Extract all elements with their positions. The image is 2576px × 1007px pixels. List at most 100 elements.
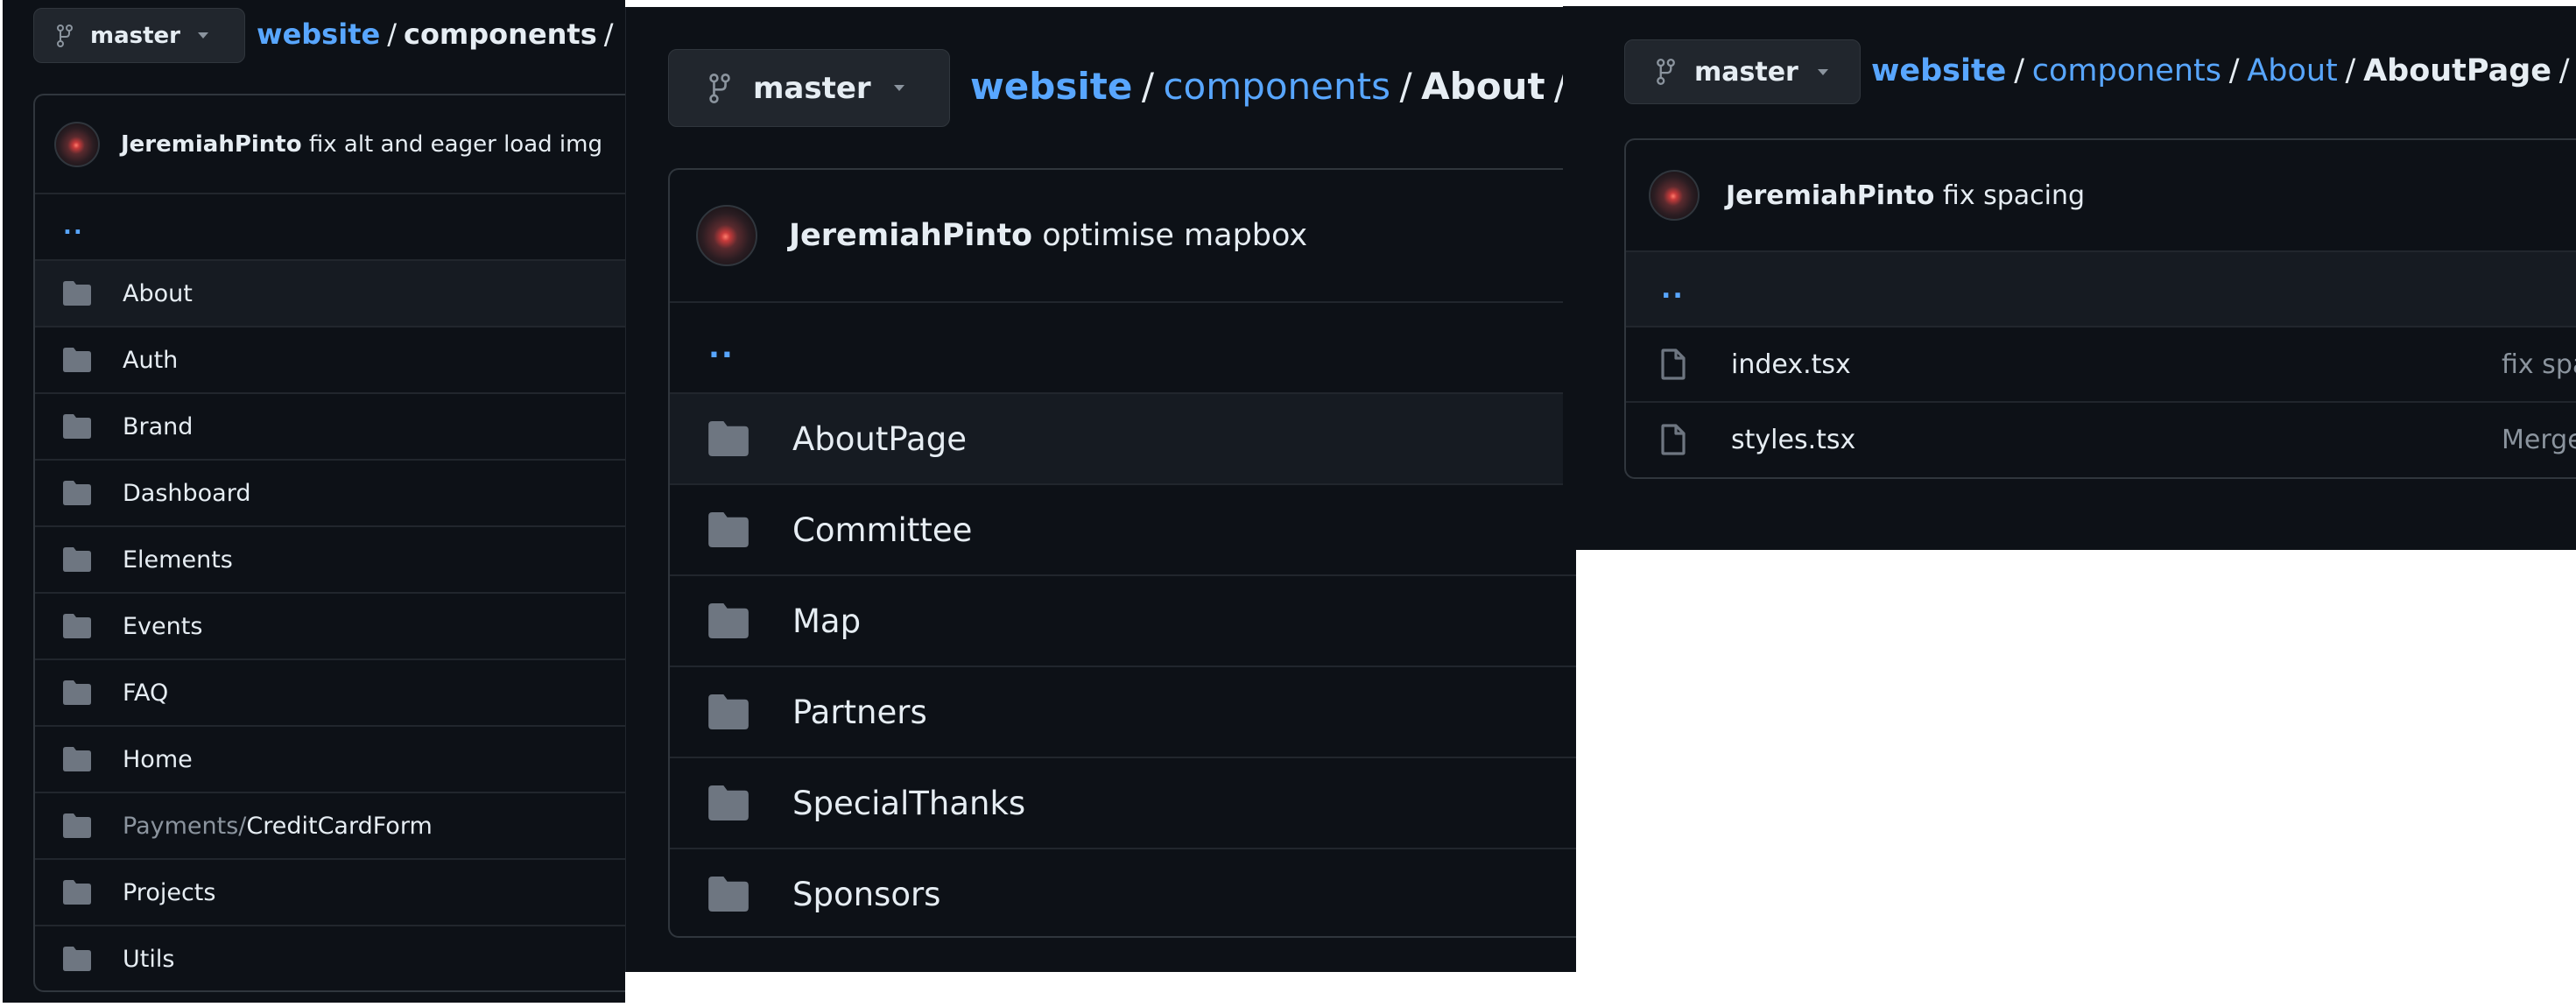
parent-directory-row[interactable]: .. — [670, 301, 1576, 392]
folder-name-link[interactable]: Projects — [123, 879, 215, 906]
folder-row[interactable]: Sponsors — [670, 848, 1576, 936]
branch-selector-button[interactable]: master — [668, 49, 950, 127]
folder-row[interactable]: Dashboard — [35, 459, 625, 525]
folder-row[interactable]: SpecialThanks — [670, 757, 1576, 848]
latest-commit-row: JeremiahPinto fix spacing — [1626, 140, 2576, 250]
folder-name-link[interactable]: Utils — [123, 946, 174, 973]
file-icon — [1661, 424, 1686, 455]
commit-message[interactable]: fix alt and eager load img — [309, 131, 602, 158]
folder-icon — [63, 880, 91, 905]
folder-name-link[interactable]: SpecialThanks — [792, 785, 1025, 822]
folder-name-link[interactable]: Auth — [123, 347, 178, 374]
git-branch-icon — [1657, 59, 1675, 85]
folder-row[interactable]: Elements — [35, 525, 625, 592]
item-name: AboutPage — [792, 419, 967, 458]
item-name: FAQ — [123, 679, 169, 707]
folder-name-link[interactable]: Committee — [792, 511, 972, 549]
folder-row[interactable]: About — [35, 259, 625, 326]
item-name: Map — [792, 602, 862, 640]
folder-row[interactable]: FAQ — [35, 658, 625, 725]
item-name: Utils — [123, 945, 175, 973]
item-name: Projects — [123, 878, 216, 906]
folder-icon — [63, 414, 91, 439]
folder-name-link[interactable]: Partners — [792, 694, 927, 731]
item-name: Elements — [123, 546, 233, 574]
item-name: Home — [123, 745, 193, 773]
breadcrumb-root-link[interactable]: website — [970, 65, 1132, 108]
parent-directory-row[interactable]: .. — [35, 193, 625, 259]
folder-row[interactable]: Utils — [35, 925, 625, 990]
avatar[interactable] — [54, 121, 100, 167]
branch-selector-button[interactable]: master — [1624, 39, 1861, 104]
folder-name-link[interactable]: AboutPage — [792, 420, 967, 458]
folder-row[interactable]: Map — [670, 574, 1576, 665]
folder-row[interactable]: Partners — [670, 665, 1576, 757]
folder-name-link[interactable]: Payments/CreditCardForm — [123, 813, 433, 840]
file-name-link[interactable]: index.tsx — [1731, 349, 1851, 380]
branch-name: master — [753, 70, 871, 106]
item-name: Sponsors — [792, 875, 941, 913]
file-name-link[interactable]: styles.tsx — [1731, 425, 1855, 455]
caret-down-icon — [1817, 68, 1828, 75]
screenshot-about: master website / components / About / Jeremia… — [625, 7, 1576, 972]
folder-name-link[interactable]: Dashboard — [123, 480, 250, 507]
branch-selector-button[interactable]: master — [33, 8, 245, 63]
breadcrumb-current: components — [403, 18, 597, 51]
breadcrumb: website / components / — [257, 18, 621, 51]
item-name: index.tsx — [1731, 349, 1851, 380]
git-branch-icon — [709, 73, 730, 103]
folder-icon — [708, 694, 749, 729]
avatar[interactable] — [1649, 170, 1700, 221]
folder-name-link[interactable]: Home — [123, 746, 193, 773]
folder-name-link[interactable]: Events — [123, 613, 202, 640]
folder-row[interactable]: Brand — [35, 392, 625, 459]
commit-message[interactable]: fix spacing — [1943, 180, 2085, 211]
folder-icon — [708, 603, 749, 638]
folder-icon — [63, 348, 91, 372]
file-row[interactable]: index.tsx fix spa — [1626, 326, 2576, 401]
folder-row[interactable]: Payments/CreditCardForm — [35, 792, 625, 858]
commit-message[interactable]: optimise mapbox — [1042, 218, 1307, 253]
folder-row[interactable]: Home — [35, 725, 625, 792]
folder-name-link[interactable]: Brand — [123, 413, 193, 440]
commit-author[interactable]: JeremiahPinto — [789, 218, 1032, 253]
folder-icon — [63, 813, 91, 838]
latest-commit-row: JeremiahPinto optimise mapbox — [670, 170, 1576, 301]
item-name: Events — [123, 612, 203, 640]
breadcrumb-separator: / — [1141, 65, 1154, 108]
parent-directory-row[interactable]: .. — [1626, 250, 2576, 326]
avatar[interactable] — [696, 205, 757, 266]
folder-icon — [63, 481, 91, 505]
folder-row[interactable]: AboutPage — [670, 392, 1576, 483]
folder-name-link[interactable]: Elements — [123, 546, 233, 574]
breadcrumb-current: AboutPage — [2363, 53, 2552, 88]
folder-row[interactable]: Events — [35, 592, 625, 658]
folder-icon — [63, 614, 91, 638]
breadcrumb-link-components[interactable]: components — [2032, 53, 2221, 88]
breadcrumb-separator: / — [2558, 53, 2570, 88]
parent-directory-link[interactable]: .. — [1661, 274, 1685, 305]
file-icon — [1661, 349, 1686, 380]
folder-name-link[interactable]: FAQ — [123, 680, 168, 707]
folder-name-link[interactable]: Map — [792, 602, 861, 640]
folder-row[interactable]: Committee — [670, 483, 1576, 574]
parent-directory-link[interactable]: .. — [63, 214, 84, 240]
screenshot-aboutpage: master website / components / About / AboutPag… — [1563, 6, 2576, 550]
commit-author[interactable]: JeremiahPinto — [1726, 180, 1934, 211]
breadcrumb-link-about[interactable]: About — [2247, 53, 2337, 88]
breadcrumb-separator: / — [603, 18, 614, 51]
folder-name-link[interactable]: About — [123, 280, 193, 307]
commit-author[interactable]: JeremiahPinto — [121, 131, 302, 158]
folder-name-link[interactable]: Sponsors — [792, 876, 940, 913]
folder-row[interactable]: Projects — [35, 858, 625, 925]
file-row[interactable]: styles.tsx Merge — [1626, 401, 2576, 476]
screenshot-components: master website / components / JeremiahPinto… — [3, 0, 625, 1003]
parent-directory-link[interactable]: .. — [708, 330, 735, 365]
breadcrumb-root-link[interactable]: website — [257, 18, 380, 51]
file-commit-message[interactable]: Merge — [2502, 425, 2576, 455]
folder-icon — [63, 281, 91, 306]
folder-row[interactable]: Auth — [35, 326, 625, 392]
breadcrumb-root-link[interactable]: website — [1871, 53, 2006, 88]
breadcrumb-link-components[interactable]: components — [1163, 65, 1390, 108]
file-commit-message[interactable]: fix spa — [2502, 349, 2576, 380]
